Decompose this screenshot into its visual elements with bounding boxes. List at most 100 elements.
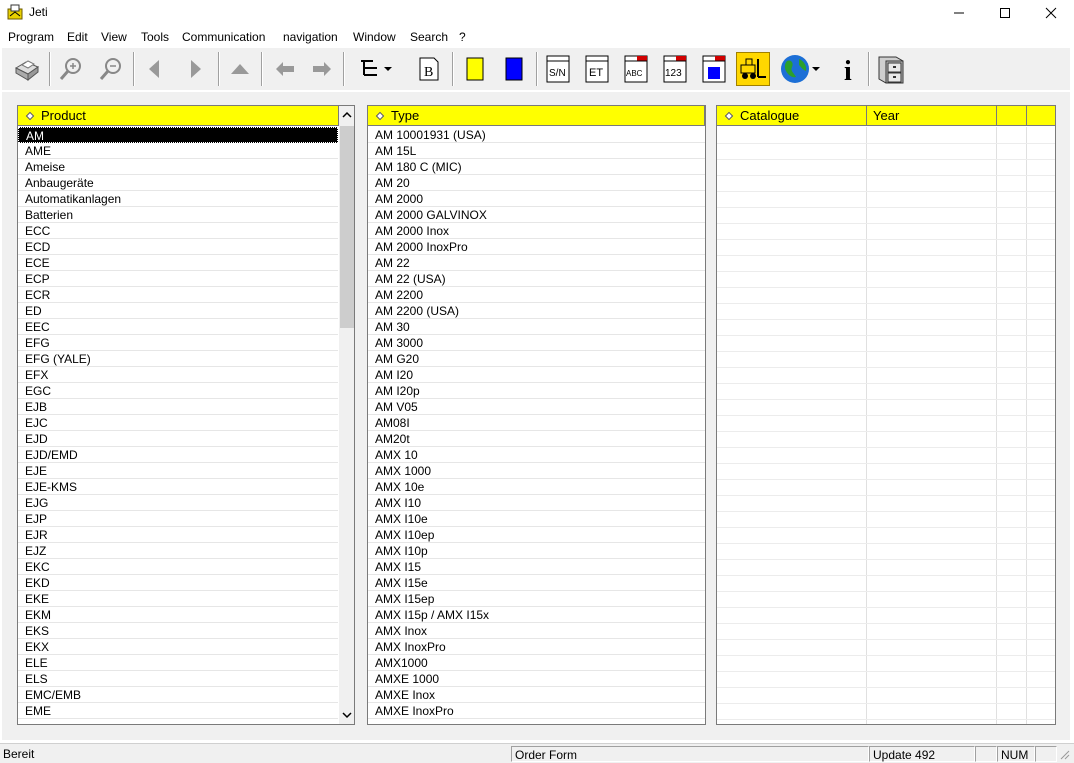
product-list-item[interactable]: AM <box>18 127 338 143</box>
alphabetic-button[interactable]: ABC <box>619 52 653 86</box>
menu-program[interactable]: Program <box>8 30 54 44</box>
product-list-item[interactable]: EJG <box>18 495 338 511</box>
scroll-thumb[interactable] <box>340 126 354 328</box>
type-list-item[interactable]: AMX I15ep <box>368 591 705 607</box>
product-list-item[interactable]: EJD/EMD <box>18 447 338 463</box>
type-list-item[interactable]: AMX I10p <box>368 543 705 559</box>
cabinet-button[interactable] <box>874 52 908 86</box>
type-list-item[interactable]: AM 3000 <box>368 335 705 351</box>
type-list-item[interactable]: AM 30 <box>368 319 705 335</box>
close-button[interactable] <box>1028 0 1074 26</box>
type-list-item[interactable]: AM 22 (USA) <box>368 271 705 287</box>
type-list-item[interactable]: AMXE 1000 <box>368 671 705 687</box>
scroll-down-button[interactable] <box>339 706 354 724</box>
product-column-header[interactable]: Product <box>18 106 339 126</box>
type-list-item[interactable]: AMX I10 <box>368 495 705 511</box>
type-list-item[interactable]: AMX 10e <box>368 479 705 495</box>
product-list-item[interactable]: ECP <box>18 271 338 287</box>
product-list-item[interactable]: EJE-KMS <box>18 479 338 495</box>
type-list-item[interactable]: AM 2000 GALVINOX <box>368 207 705 223</box>
info-button[interactable]: i <box>832 52 866 86</box>
product-list-item[interactable]: ED <box>18 303 338 319</box>
bookmark-button[interactable]: B <box>412 52 446 86</box>
maximize-button[interactable] <box>982 0 1028 26</box>
minimize-button[interactable] <box>936 0 982 26</box>
type-list-item[interactable]: AM G20 <box>368 351 705 367</box>
type-list-item[interactable]: AMXE Inox <box>368 687 705 703</box>
product-list-item[interactable]: Anbaugeräte <box>18 175 338 191</box>
catalogue-column-header[interactable]: Catalogue <box>717 106 867 126</box>
year-column-header[interactable]: Year <box>867 106 997 126</box>
type-list-item[interactable]: AM 20 <box>368 175 705 191</box>
type-list-item[interactable]: AM V05 <box>368 399 705 415</box>
type-list-item[interactable]: AMX I15 <box>368 559 705 575</box>
product-list-item[interactable]: ECR <box>18 287 338 303</box>
extra-column-header[interactable] <box>1027 106 1055 126</box>
color-page-button[interactable] <box>697 52 731 86</box>
product-list-item[interactable]: EKX <box>18 639 338 655</box>
type-list-item[interactable]: AMX I15p / AMX I15x <box>368 607 705 623</box>
product-list-item[interactable]: EJR <box>18 527 338 543</box>
type-list-item[interactable]: AMX I10e <box>368 511 705 527</box>
type-list-item[interactable]: AM 22 <box>368 255 705 271</box>
blue-color-button[interactable] <box>497 52 531 86</box>
scroll-up-button[interactable] <box>339 106 354 124</box>
menu-search[interactable]: Search <box>410 30 448 44</box>
type-list-item[interactable]: AMX 1000 <box>368 463 705 479</box>
previous-button[interactable] <box>137 52 171 86</box>
tree-view-dropdown[interactable] <box>352 52 400 86</box>
zoom-out-button[interactable] <box>94 52 128 86</box>
next-button[interactable] <box>179 52 213 86</box>
yellow-color-button[interactable] <box>458 52 492 86</box>
back-button[interactable] <box>268 52 302 86</box>
product-scrollbar[interactable] <box>339 106 354 724</box>
product-list-item[interactable]: ECD <box>18 239 338 255</box>
menu-communication[interactable]: Communication <box>182 30 265 44</box>
menu-help[interactable]: ? <box>459 30 466 44</box>
product-list-item[interactable]: EJC <box>18 415 338 431</box>
product-list-item[interactable]: Ameise <box>18 159 338 175</box>
type-list-item[interactable]: AM 180 C (MIC) <box>368 159 705 175</box>
type-list-item[interactable]: AM 15L <box>368 143 705 159</box>
product-list-item[interactable]: Automatikanlagen <box>18 191 338 207</box>
spare-parts-button[interactable]: ET <box>580 52 614 86</box>
forklift-button[interactable] <box>736 52 770 86</box>
type-list-item[interactable]: AM 2000 <box>368 191 705 207</box>
type-list-item[interactable]: AMXE InoxPro <box>368 703 705 719</box>
menu-window[interactable]: Window <box>353 30 396 44</box>
type-list-item[interactable]: AM 2000 InoxPro <box>368 239 705 255</box>
product-list-item[interactable]: ECE <box>18 255 338 271</box>
product-list-item[interactable]: EFG <box>18 335 338 351</box>
product-list-item[interactable]: EME <box>18 703 338 719</box>
print-button[interactable] <box>9 52 43 86</box>
product-list-item[interactable]: ELE <box>18 655 338 671</box>
resize-grip-icon[interactable] <box>1058 748 1070 760</box>
product-list-item[interactable]: EKE <box>18 591 338 607</box>
product-list-item[interactable]: ECC <box>18 223 338 239</box>
language-dropdown[interactable] <box>774 52 826 86</box>
product-list-item[interactable]: AME <box>18 143 338 159</box>
product-list-item[interactable]: EKD <box>18 575 338 591</box>
serial-number-button[interactable]: S/N <box>541 52 575 86</box>
type-list-item[interactable]: AM 2200 <box>368 287 705 303</box>
zoom-in-button[interactable] <box>54 52 88 86</box>
product-list-item[interactable]: EKC <box>18 559 338 575</box>
type-list-item[interactable]: AM 10001931 (USA) <box>368 127 705 143</box>
product-list-item[interactable]: EEC <box>18 319 338 335</box>
product-list-item[interactable]: EJD <box>18 431 338 447</box>
type-list-item[interactable]: AMX 10 <box>368 447 705 463</box>
menu-navigation[interactable]: navigation <box>283 30 338 44</box>
type-list-item[interactable]: AM I20 <box>368 367 705 383</box>
numeric-button[interactable]: 123 <box>658 52 692 86</box>
product-list-item[interactable]: EFG (YALE) <box>18 351 338 367</box>
menu-tools[interactable]: Tools <box>141 30 169 44</box>
menu-view[interactable]: View <box>101 30 127 44</box>
menu-edit[interactable]: Edit <box>67 30 88 44</box>
type-list-item[interactable]: AM20t <box>368 431 705 447</box>
type-list-item[interactable]: AM 2000 Inox <box>368 223 705 239</box>
type-list-item[interactable]: AMX I10ep <box>368 527 705 543</box>
product-list-item[interactable]: EJP <box>18 511 338 527</box>
product-list-item[interactable]: EJZ <box>18 543 338 559</box>
type-list-item[interactable]: AM I20p <box>368 383 705 399</box>
product-list-item[interactable]: ELS <box>18 671 338 687</box>
